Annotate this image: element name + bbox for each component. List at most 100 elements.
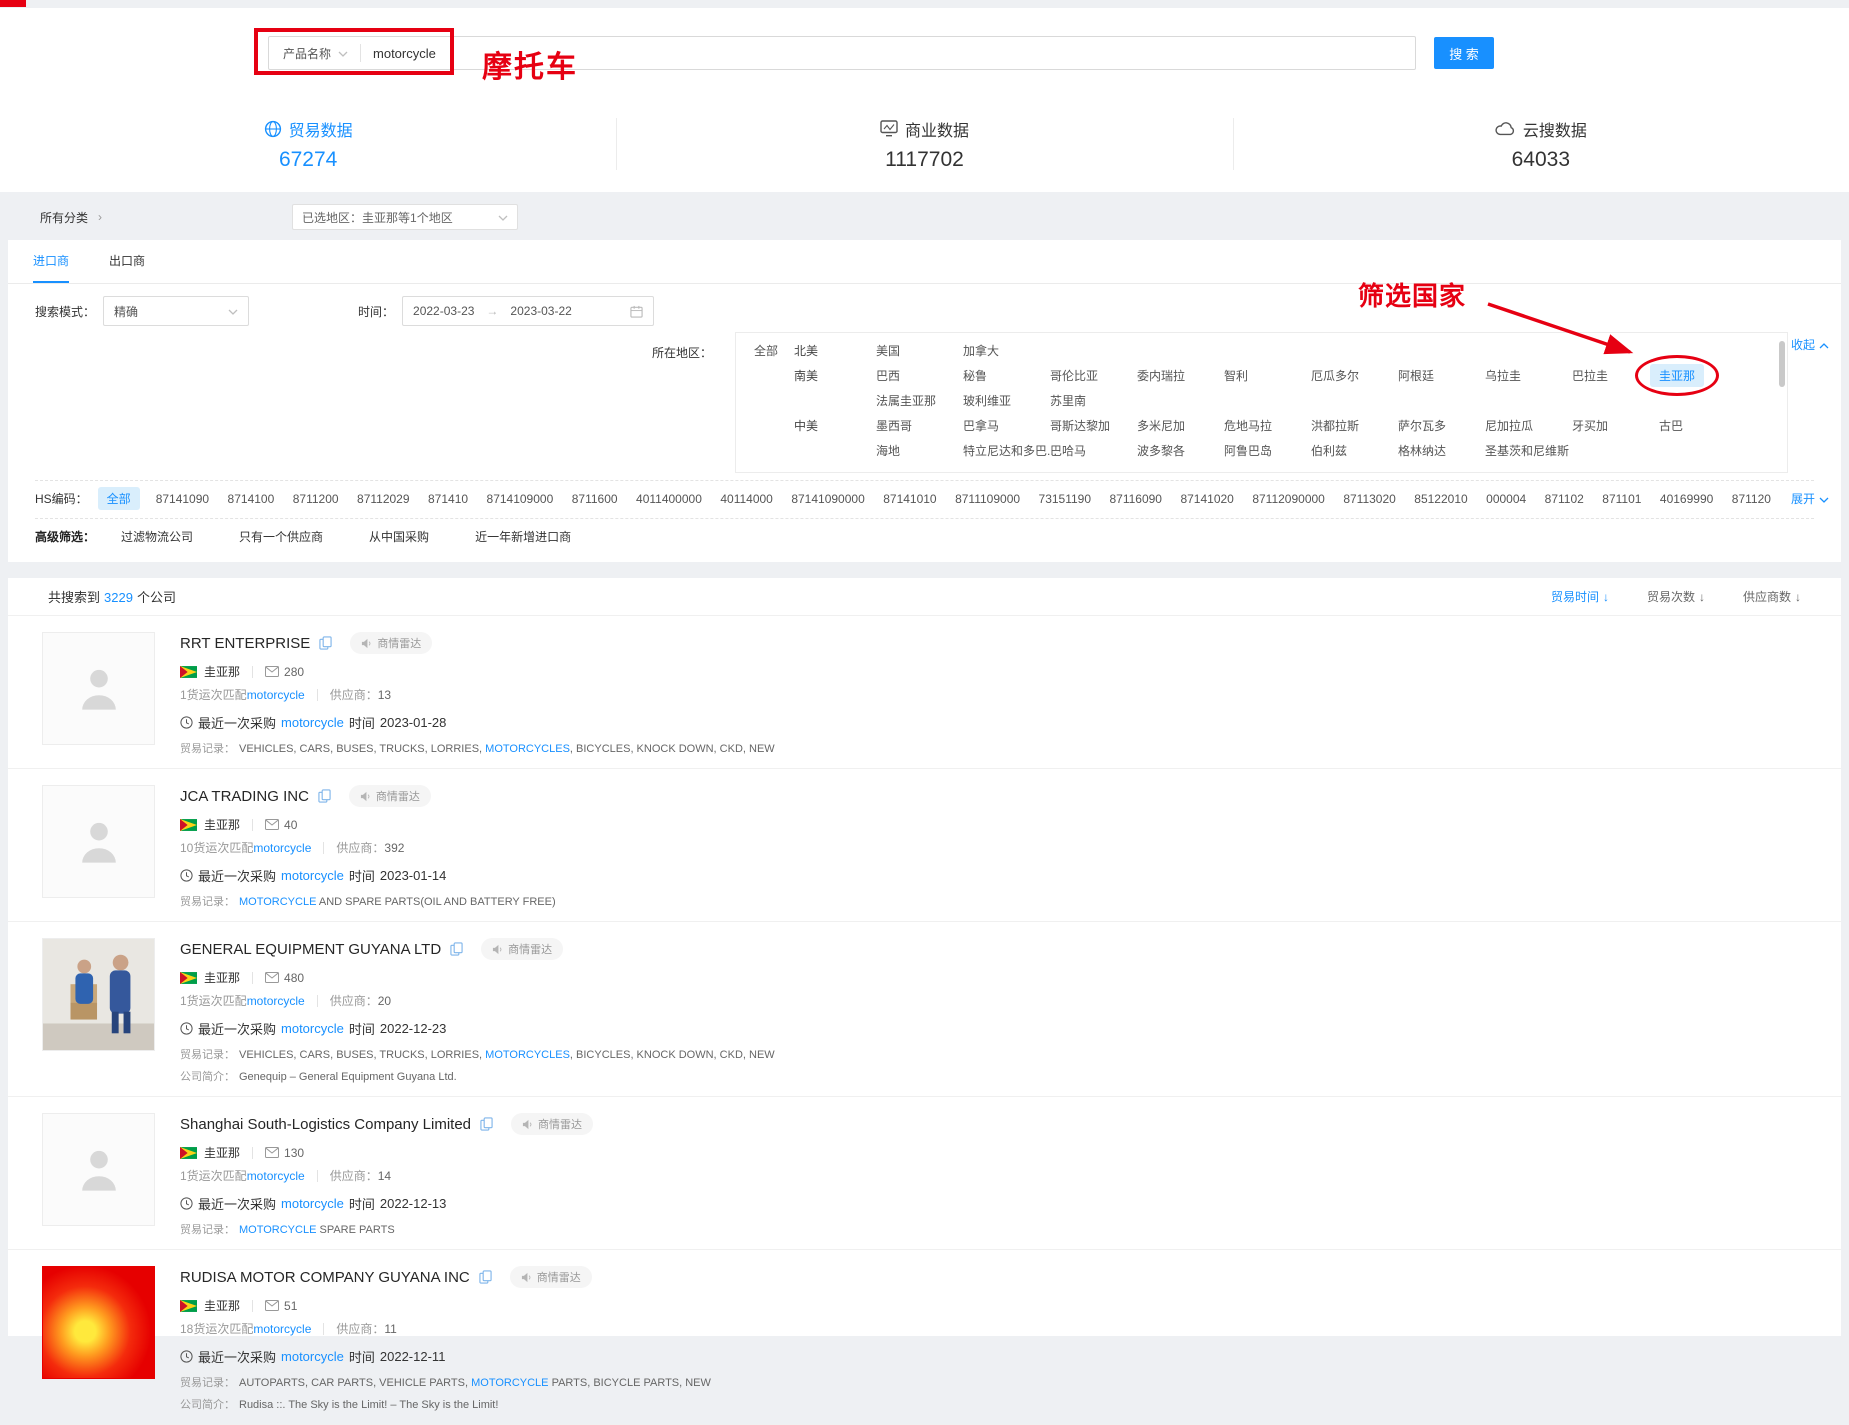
hs-code-item[interactable]: 871410 bbox=[428, 492, 468, 506]
advanced-option[interactable]: 近一年新增进口商 bbox=[475, 528, 571, 545]
region-cell[interactable]: 法属圭亚那 bbox=[876, 392, 963, 409]
hs-code-item[interactable]: 8711200 bbox=[293, 492, 339, 506]
hs-code-item[interactable]: 000004 bbox=[1486, 492, 1526, 506]
hs-code-item[interactable]: 871101 bbox=[1602, 492, 1641, 506]
stat-item[interactable]: 商业数据1117702 bbox=[616, 104, 1232, 184]
business-radar-badge[interactable]: 商情雷达 bbox=[481, 938, 563, 960]
region-cell[interactable]: 萨尔瓦多 bbox=[1398, 417, 1485, 434]
region-cell[interactable]: 苏里南 bbox=[1050, 392, 1137, 409]
company-name[interactable]: Shanghai South-Logistics Company Limited bbox=[180, 1116, 471, 1133]
hs-code-item[interactable]: 8711109000 bbox=[955, 492, 1020, 506]
business-radar-badge[interactable]: 商情雷达 bbox=[349, 785, 431, 807]
company-thumbnail[interactable] bbox=[42, 1113, 155, 1226]
region-cell[interactable]: 秘鲁 bbox=[963, 367, 1050, 384]
region-cell[interactable]: 尼加拉瓜 bbox=[1485, 417, 1572, 434]
hs-code-item[interactable]: 8714100 bbox=[228, 492, 275, 506]
region-cell[interactable]: 智利 bbox=[1224, 367, 1311, 384]
search-button[interactable]: 搜 索 bbox=[1434, 37, 1494, 69]
company-thumbnail[interactable] bbox=[42, 632, 155, 745]
sort-option[interactable]: 供应商数↓ bbox=[1743, 588, 1801, 605]
copy-icon[interactable] bbox=[480, 1117, 493, 1131]
hs-code-item[interactable]: 87116090 bbox=[1109, 492, 1162, 506]
business-radar-badge[interactable]: 商情雷达 bbox=[510, 1266, 592, 1288]
region-cell[interactable]: 厄瓜多尔 bbox=[1311, 367, 1398, 384]
sort-option[interactable]: 贸易时间↓ bbox=[1551, 588, 1609, 605]
tab-item[interactable]: 出口商 bbox=[109, 240, 145, 283]
hs-code-item[interactable]: 87112090000 bbox=[1252, 492, 1325, 506]
stat-item[interactable]: 云搜数据64033 bbox=[1233, 104, 1849, 184]
region-cell[interactable]: 巴拉圭 bbox=[1572, 367, 1659, 384]
region-cell[interactable]: 乌拉圭 bbox=[1485, 367, 1572, 384]
region-cell[interactable]: 洪都拉斯 bbox=[1311, 417, 1398, 434]
hs-code-item[interactable]: 871120 bbox=[1732, 492, 1771, 506]
hs-code-item[interactable]: 73151190 bbox=[1039, 492, 1092, 506]
hs-code-item[interactable]: 87141010 bbox=[883, 492, 936, 506]
search-mode-select[interactable]: 精确 bbox=[103, 296, 249, 326]
region-group-cell[interactable]: 北美 bbox=[794, 342, 876, 359]
company-name[interactable]: RRT ENTERPRISE bbox=[180, 635, 310, 652]
hs-code-item[interactable]: 85122010 bbox=[1414, 492, 1467, 506]
region-cell[interactable]: 古巴 bbox=[1659, 417, 1746, 434]
hs-code-item[interactable]: 8711600 bbox=[572, 492, 618, 506]
company-name[interactable]: JCA TRADING INC bbox=[180, 788, 309, 805]
region-cell[interactable]: 危地马拉 bbox=[1224, 417, 1311, 434]
region-cell[interactable]: 巴西 bbox=[876, 367, 963, 384]
region-cell[interactable]: 巴拿马 bbox=[963, 417, 1050, 434]
hs-code-item[interactable]: 871102 bbox=[1545, 492, 1584, 506]
region-cell[interactable]: 墨西哥 bbox=[876, 417, 963, 434]
advanced-option[interactable]: 只有一个供应商 bbox=[239, 528, 323, 545]
hs-code-item[interactable]: 87141090 bbox=[156, 492, 209, 506]
hs-code-item[interactable]: 4011400000 bbox=[636, 492, 702, 506]
stat-item[interactable]: 贸易数据67274 bbox=[0, 104, 616, 184]
breadcrumb-root[interactable]: 所有分类 bbox=[40, 209, 88, 226]
company-name[interactable]: RUDISA MOTOR COMPANY GUYANA INC bbox=[180, 1269, 470, 1286]
collapse-link[interactable]: 收起 bbox=[1791, 336, 1829, 353]
region-cell[interactable]: 阿鲁巴岛 bbox=[1224, 442, 1311, 459]
region-cell[interactable]: 委内瑞拉 bbox=[1137, 367, 1224, 384]
region-cell[interactable]: 特立尼达和多巴... bbox=[963, 442, 1050, 459]
scrollbar-thumb[interactable] bbox=[1779, 341, 1785, 387]
company-thumbnail[interactable] bbox=[42, 1266, 155, 1379]
hs-code-item[interactable]: 87141090000 bbox=[791, 492, 864, 506]
date-range-picker[interactable]: 2022-03-23 → 2023-03-22 bbox=[402, 296, 654, 326]
region-cell[interactable]: 海地 bbox=[876, 442, 963, 459]
tab-item[interactable]: 进口商 bbox=[33, 240, 69, 283]
region-cell-all[interactable]: 全部 bbox=[754, 342, 794, 359]
company-thumbnail[interactable] bbox=[42, 938, 155, 1051]
region-cell[interactable]: 圣基茨和尼维斯 bbox=[1485, 442, 1572, 459]
hs-code-item[interactable]: 40114000 bbox=[720, 492, 773, 506]
region-cell[interactable]: 巴哈马 bbox=[1050, 442, 1137, 459]
region-cell[interactable]: 波多黎各 bbox=[1137, 442, 1224, 459]
copy-icon[interactable] bbox=[450, 942, 463, 956]
company-name[interactable]: GENERAL EQUIPMENT GUYANA LTD bbox=[180, 941, 441, 958]
hs-code-item[interactable]: 87112029 bbox=[357, 492, 410, 506]
advanced-option[interactable]: 过滤物流公司 bbox=[121, 528, 193, 545]
hs-code-item[interactable]: 40169990 bbox=[1660, 492, 1713, 506]
expand-link[interactable]: 展开 bbox=[1791, 490, 1829, 507]
region-dropdown[interactable]: 已选地区：圭亚那等1个地区 bbox=[292, 204, 518, 230]
advanced-option[interactable]: 从中国采购 bbox=[369, 528, 429, 545]
region-cell[interactable]: 哥伦比亚 bbox=[1050, 367, 1137, 384]
search-query-input[interactable]: motorcycle bbox=[361, 46, 436, 61]
hs-code-all[interactable]: 全部 bbox=[98, 487, 140, 510]
region-cell[interactable]: 阿根廷 bbox=[1398, 367, 1485, 384]
hs-code-item[interactable]: 87141020 bbox=[1180, 492, 1233, 506]
region-cell[interactable]: 加拿大 bbox=[963, 342, 1050, 359]
region-cell[interactable]: 格林纳达 bbox=[1398, 442, 1485, 459]
sort-option[interactable]: 贸易次数↓ bbox=[1647, 588, 1705, 605]
region-cell[interactable]: 伯利兹 bbox=[1311, 442, 1398, 459]
hs-code-item[interactable]: 8714109000 bbox=[487, 492, 554, 506]
region-group-cell[interactable]: 中美 bbox=[794, 417, 876, 434]
region-cell[interactable]: 牙买加 bbox=[1572, 417, 1659, 434]
company-thumbnail[interactable] bbox=[42, 785, 155, 898]
copy-icon[interactable] bbox=[319, 636, 332, 650]
region-cell[interactable]: 美国 bbox=[876, 342, 963, 359]
region-cell[interactable]: 多米尼加 bbox=[1137, 417, 1224, 434]
hs-code-item[interactable]: 87113020 bbox=[1343, 492, 1396, 506]
copy-icon[interactable] bbox=[318, 789, 331, 803]
region-cell[interactable]: 圭亚那 bbox=[1659, 364, 1746, 387]
region-cell[interactable]: 玻利维亚 bbox=[963, 392, 1050, 409]
copy-icon[interactable] bbox=[479, 1270, 492, 1284]
region-cell[interactable]: 哥斯达黎加 bbox=[1050, 417, 1137, 434]
business-radar-badge[interactable]: 商情雷达 bbox=[350, 632, 432, 654]
